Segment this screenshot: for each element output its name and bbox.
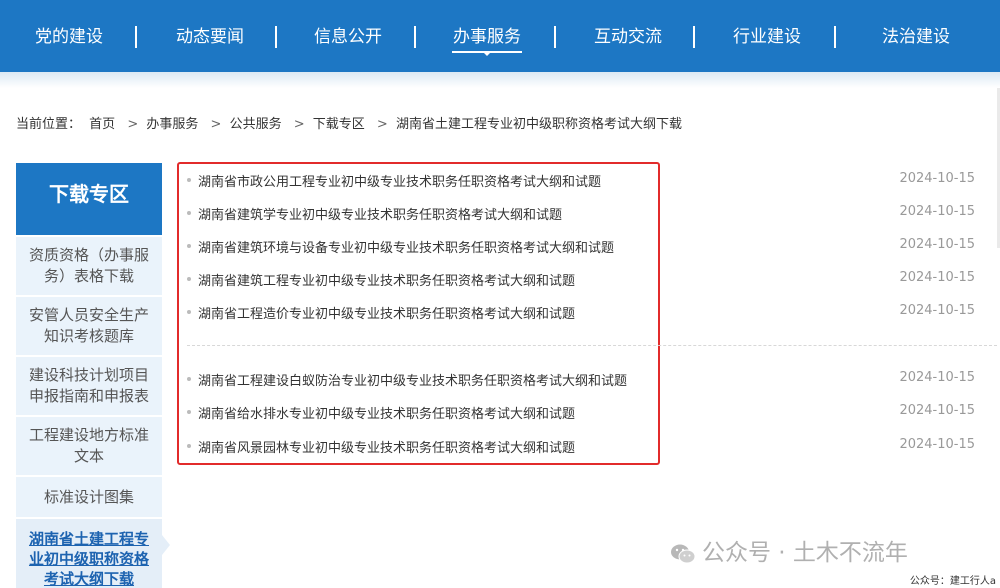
list-item[interactable]: 湖南省建筑学专业初中级专业技术职务任职资格考试大纲和试题 2024-10-15 <box>187 203 977 223</box>
bullet-icon <box>187 377 191 381</box>
nav-item-party-building[interactable]: 党的建设 <box>34 22 104 52</box>
breadcrumb: 当前位置： 首页 > 办事服务 > 公共服务 > 下载专区 > 湖南省土建工程专… <box>16 113 686 132</box>
list-item[interactable]: 湖南省给水排水专业初中级专业技术职务任职资格考试大纲和试题 2024-10-15 <box>187 402 977 422</box>
sidebar-item-design-atlas[interactable]: 标准设计图集 <box>16 475 162 517</box>
document-date: 2024-10-15 <box>899 204 975 219</box>
breadcrumb-home[interactable]: 首页 <box>89 117 115 132</box>
sidebar-item-local-standards[interactable]: 工程建设地方标准文本 <box>16 415 162 475</box>
document-date: 2024-10-15 <box>899 237 975 252</box>
nav-item-news[interactable]: 动态要闻 <box>175 22 245 52</box>
bullet-icon <box>187 310 191 314</box>
breadcrumb-public-services[interactable]: 公共服务 <box>230 117 282 132</box>
watermark-text: 公众号 · 土木不流年 <box>702 540 908 566</box>
nav-separator <box>275 26 277 48</box>
nav-separator <box>834 26 836 48</box>
breadcrumb-separator: > <box>210 117 222 132</box>
breadcrumb-prefix: 当前位置： <box>16 117 82 132</box>
watermark: 公众号 · 土木不流年 <box>670 533 908 567</box>
nav-item-interaction[interactable]: 互动交流 <box>593 22 663 52</box>
document-link[interactable]: 湖南省建筑环境与设备专业初中级专业技术职务任职资格考试大纲和试题 <box>198 237 614 256</box>
nav-separator <box>693 26 695 48</box>
bullet-icon <box>187 277 191 281</box>
list-item[interactable]: 湖南省工程建设白蚁防治专业初中级专业技术职务任职资格考试大纲和试题 2024-1… <box>187 369 977 389</box>
breadcrumb-downloads[interactable]: 下载专区 <box>313 117 365 132</box>
wechat-icon <box>671 544 696 563</box>
document-link[interactable]: 湖南省建筑工程专业初中级专业技术职务任职资格考试大纲和试题 <box>198 270 575 289</box>
document-date: 2024-10-15 <box>899 403 975 418</box>
nav-separator <box>554 26 556 48</box>
bullet-icon <box>187 211 191 215</box>
list-item[interactable]: 湖南省风景园林专业初中级专业技术职务任职资格考试大纲和试题 2024-10-15 <box>187 436 977 456</box>
breadcrumb-services[interactable]: 办事服务 <box>146 117 198 132</box>
bullet-icon <box>187 178 191 182</box>
nav-shadow-strip <box>0 72 1000 88</box>
sidebar-item-qualification-forms[interactable]: 资质资格（办事服务）表格下载 <box>16 235 162 295</box>
bullet-icon <box>187 244 191 248</box>
bullet-icon <box>187 410 191 414</box>
footnote: 公众号：建工行人a <box>909 576 996 587</box>
list-item[interactable]: 湖南省建筑工程专业初中级专业技术职务任职资格考试大纲和试题 2024-10-15 <box>187 269 977 289</box>
document-date: 2024-10-15 <box>899 303 975 318</box>
nav-item-info-disclosure[interactable]: 信息公开 <box>313 22 383 52</box>
document-link[interactable]: 湖南省工程造价专业初中级专业技术职务任职资格考试大纲和试题 <box>198 303 575 322</box>
sidebar-active-arrow-icon <box>162 535 170 555</box>
document-date: 2024-10-15 <box>899 370 975 385</box>
document-link[interactable]: 湖南省工程建设白蚁防治专业初中级专业技术职务任职资格考试大纲和试题 <box>198 370 627 389</box>
document-link[interactable]: 湖南省风景园林专业初中级专业技术职务任职资格考试大纲和试题 <box>198 437 575 456</box>
list-item[interactable]: 湖南省工程造价专业初中级专业技术职务任职资格考试大纲和试题 2024-10-15 <box>187 302 977 322</box>
breadcrumb-current: 湖南省土建工程专业初中级职称资格考试大纲下载 <box>395 117 682 132</box>
document-link[interactable]: 湖南省市政公用工程专业初中级专业技术职务任职资格考试大纲和试题 <box>198 171 601 190</box>
list-divider <box>187 345 997 346</box>
breadcrumb-separator: > <box>127 117 139 132</box>
sidebar-item-safety-question-bank[interactable]: 安管人员安全生产知识考核题库 <box>16 295 162 355</box>
active-caret-icon <box>482 51 492 56</box>
nav-separator <box>414 26 416 48</box>
nav-item-industry[interactable]: 行业建设 <box>732 22 802 52</box>
nav-item-rule-of-law[interactable]: 法治建设 <box>881 22 951 52</box>
breadcrumb-separator: > <box>293 117 305 132</box>
sidebar-item-tech-project-guide[interactable]: 建设科技计划项目申报指南和申报表 <box>16 355 162 415</box>
breadcrumb-separator: > <box>376 117 388 132</box>
document-date: 2024-10-15 <box>899 270 975 285</box>
list-item[interactable]: 湖南省市政公用工程专业初中级专业技术职务任职资格考试大纲和试题 2024-10-… <box>187 170 977 190</box>
document-date: 2024-10-15 <box>899 171 975 186</box>
top-nav: 党的建设 动态要闻 信息公开 办事服务 互动交流 行业建设 法治建设 <box>0 0 1000 72</box>
nav-item-services[interactable]: 办事服务 <box>452 22 522 53</box>
nav-separator <box>135 26 137 48</box>
list-item[interactable]: 湖南省建筑环境与设备专业初中级专业技术职务任职资格考试大纲和试题 2024-10… <box>187 236 977 256</box>
sidebar: 下载专区 资质资格（办事服务）表格下载 安管人员安全生产知识考核题库 建设科技计… <box>16 163 162 588</box>
document-link[interactable]: 湖南省给水排水专业初中级专业技术职务任职资格考试大纲和试题 <box>198 403 575 422</box>
sidebar-item-exam-syllabus[interactable]: 湖南省土建工程专业初中级职称资格考试大纲下载 <box>16 517 162 588</box>
sidebar-title: 下载专区 <box>16 163 162 235</box>
bullet-icon <box>187 444 191 448</box>
document-link[interactable]: 湖南省建筑学专业初中级专业技术职务任职资格考试大纲和试题 <box>198 204 562 223</box>
document-date: 2024-10-15 <box>899 437 975 452</box>
